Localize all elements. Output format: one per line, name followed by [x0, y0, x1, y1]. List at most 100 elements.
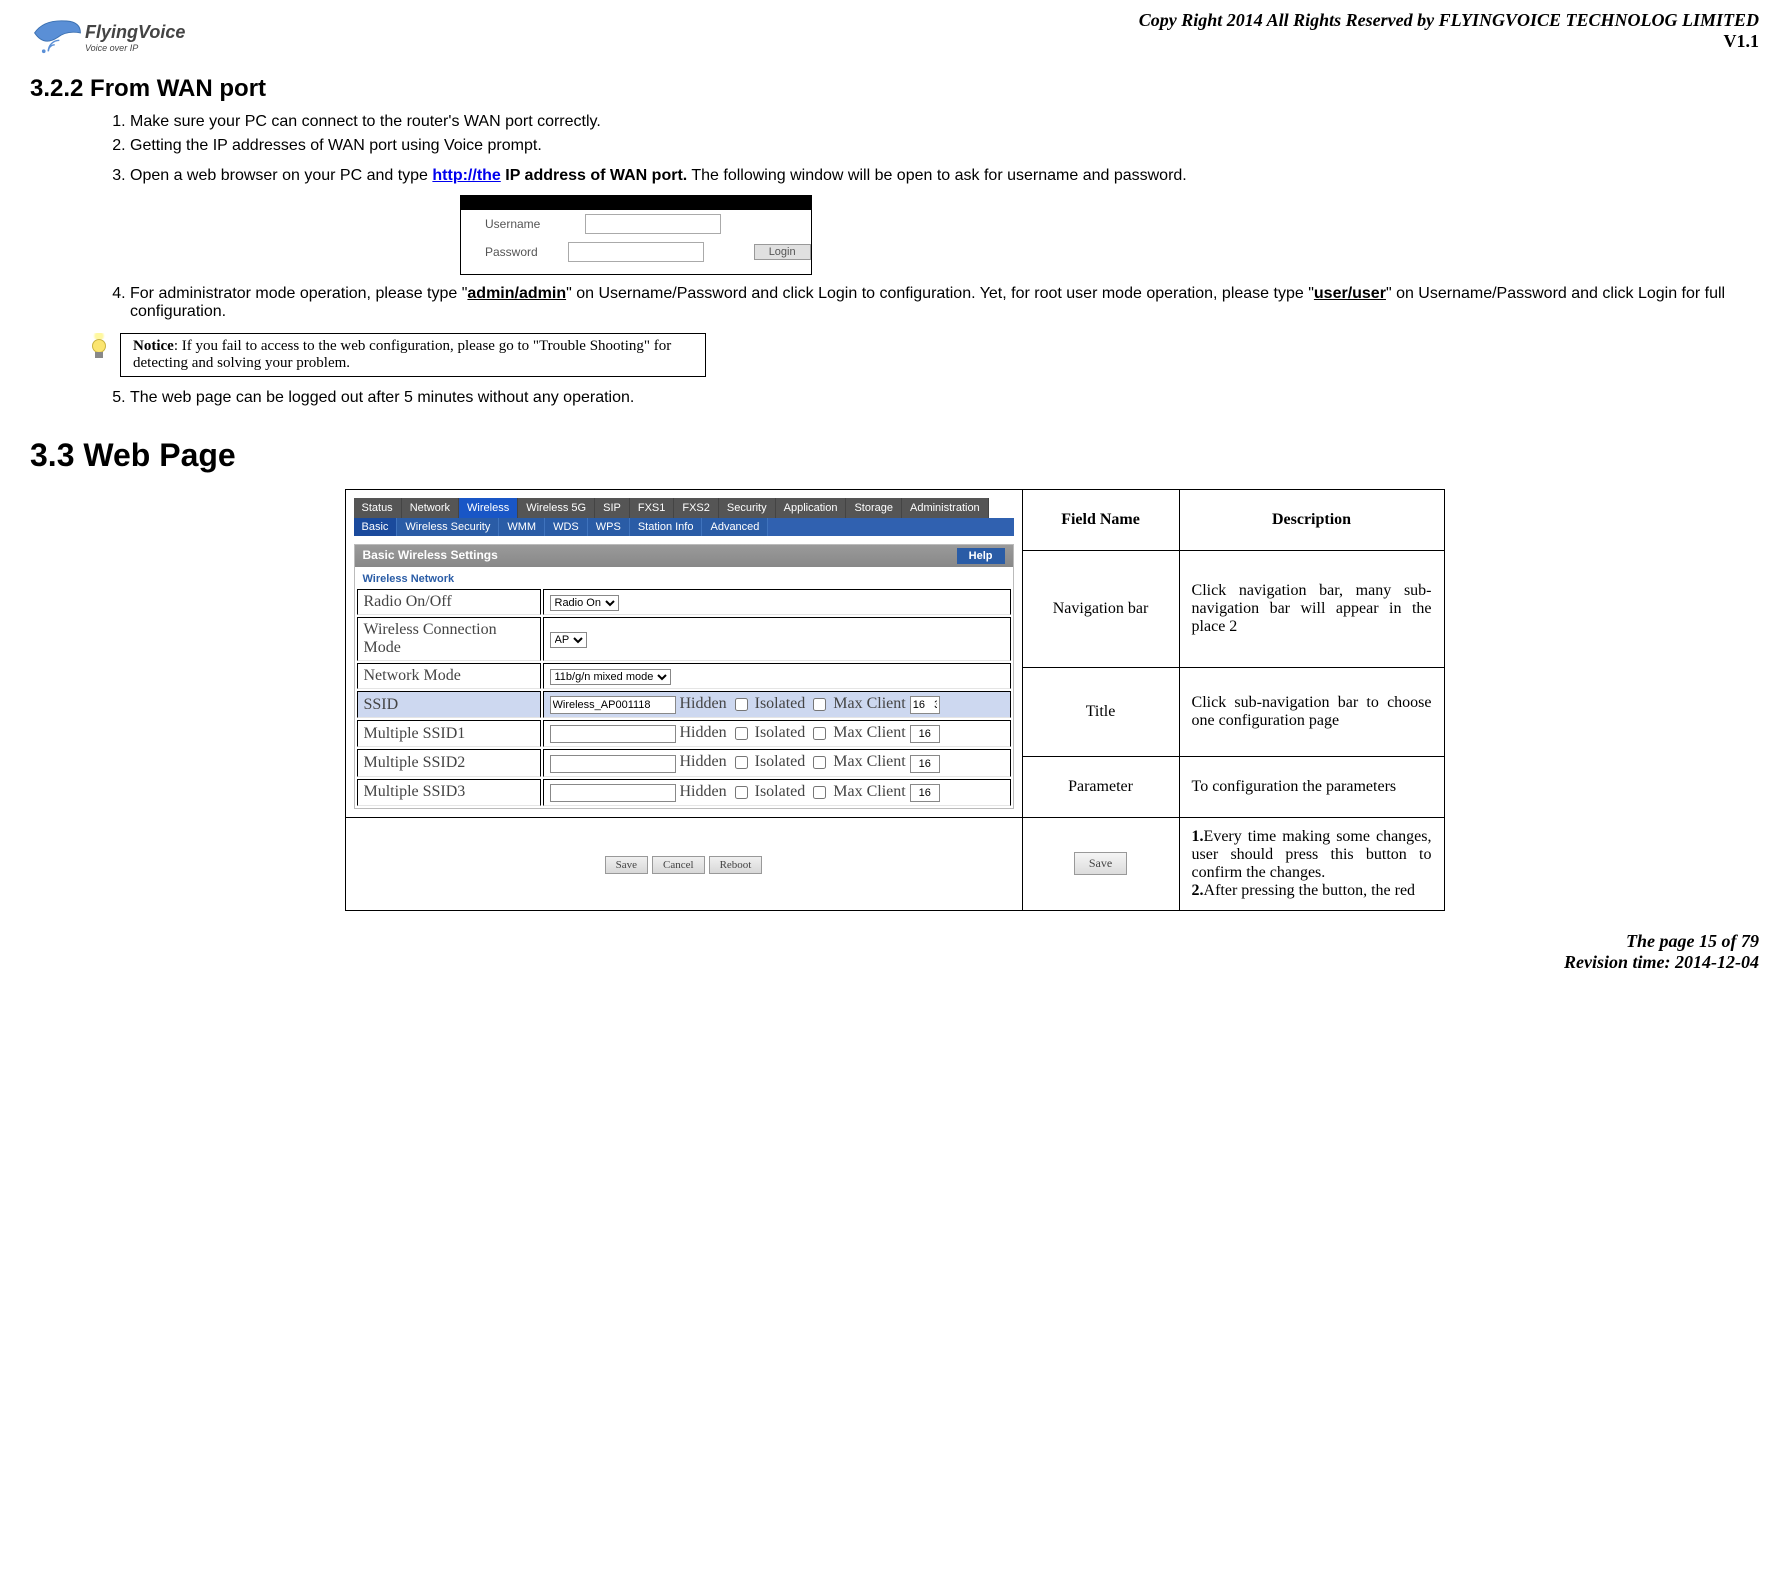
tab-sip[interactable]: SIP [595, 498, 630, 518]
isolated-label: Isolated [755, 695, 806, 712]
router-screenshot-cell: Status Network Wireless Wireless 5G SIP … [345, 490, 1022, 818]
logo-text: FlyingVoice [85, 22, 185, 43]
mssid3-isolated-checkbox[interactable] [813, 786, 826, 799]
ssid-hidden-checkbox[interactable] [735, 698, 748, 711]
subtab-station-info[interactable]: Station Info [630, 518, 703, 536]
subtab-wps[interactable]: WPS [588, 518, 630, 536]
step-3-text-c: The following window will be open to ask… [691, 167, 1186, 184]
router-ui-screenshot: Status Network Wireless Wireless 5G SIP … [354, 498, 1014, 809]
user-credential: user/user [1314, 285, 1386, 302]
mssid2-maxclient-input[interactable] [910, 755, 940, 773]
step-4-b: " on Username/Password and click Login t… [566, 285, 1314, 302]
subtab-basic[interactable]: Basic [354, 518, 398, 536]
conn-mode-select[interactable]: AP [550, 632, 587, 648]
tab-security[interactable]: Security [719, 498, 776, 518]
step-3-bold: IP address of WAN port. [505, 167, 687, 184]
ssid-label: SSID [357, 691, 541, 718]
netmode-select[interactable]: 11b/g/n mixed mode [550, 669, 671, 685]
tab-fxs2[interactable]: FXS2 [674, 498, 719, 518]
notice-box: Notice: If you fail to access to the web… [120, 333, 706, 377]
tab-application[interactable]: Application [776, 498, 847, 518]
mssid3-input[interactable] [550, 784, 676, 802]
mssid2-label: Multiple SSID2 [357, 749, 541, 776]
revision-time: Revision time: 2014-12-04 [30, 952, 1759, 973]
password-input[interactable] [568, 242, 704, 262]
mssid2-hidden-checkbox[interactable] [735, 756, 748, 769]
tab-fxs1[interactable]: FXS1 [630, 498, 675, 518]
admin-credential: admin/admin [467, 285, 566, 302]
nav-primary: Status Network Wireless Wireless 5G SIP … [354, 498, 1014, 518]
ssid-input[interactable] [550, 696, 676, 714]
field-parameter: Parameter [1022, 756, 1179, 817]
radio-label: Radio On/Off [357, 589, 541, 615]
mssid3-label: Multiple SSID3 [357, 779, 541, 806]
help-button[interactable]: Help [957, 548, 1005, 564]
save-button[interactable]: Save [605, 856, 648, 874]
mssid2-isolated-checkbox[interactable] [813, 756, 826, 769]
page-header: FlyingVoice Voice over IP Copy Right 201… [30, 10, 1759, 65]
mssid1-input[interactable] [550, 725, 676, 743]
save-button-image: Save [1074, 852, 1127, 875]
tab-storage[interactable]: Storage [846, 498, 902, 518]
cancel-button[interactable]: Cancel [652, 856, 705, 874]
field-save-image: Save [1022, 817, 1179, 910]
mssid1-isolated-checkbox[interactable] [813, 727, 826, 740]
maxclient-label: Max Client [833, 695, 905, 712]
login-button[interactable]: Login [754, 244, 811, 260]
login-header-bar [461, 196, 811, 210]
logo: FlyingVoice Voice over IP [30, 10, 185, 65]
subtab-advanced[interactable]: Advanced [702, 518, 768, 536]
panel-title: Basic Wireless Settings [363, 548, 498, 564]
mssid2-input[interactable] [550, 755, 676, 773]
conn-mode-label: Wireless Connection Mode [357, 617, 541, 661]
desc-parameter: To configuration the parameters [1179, 756, 1444, 817]
wan-ip-link[interactable]: http://the [432, 167, 500, 184]
subtab-wds[interactable]: WDS [545, 518, 588, 536]
page-number: The page 15 of 79 [30, 931, 1759, 952]
step-3: Open a web browser on your PC and type h… [130, 167, 1739, 185]
logo-subtext: Voice over IP [85, 43, 185, 53]
subtab-wireless-security[interactable]: Wireless Security [397, 518, 499, 536]
subtab-wmm[interactable]: WMM [499, 518, 545, 536]
username-input[interactable] [585, 214, 721, 234]
tab-wireless[interactable]: Wireless [459, 498, 518, 518]
login-screenshot: Username Password Login [460, 195, 812, 275]
mssid1-maxclient-input[interactable] [910, 725, 940, 743]
tab-network[interactable]: Network [402, 498, 459, 518]
mssid3-maxclient-input[interactable] [910, 784, 940, 802]
reboot-button[interactable]: Reboot [709, 856, 763, 874]
mssid1-hidden-checkbox[interactable] [735, 727, 748, 740]
tab-wireless5g[interactable]: Wireless 5G [518, 498, 595, 518]
nav-secondary: Basic Wireless Security WMM WDS WPS Stat… [354, 518, 1014, 536]
mssid3-hidden-checkbox[interactable] [735, 786, 748, 799]
step-4-a: For administrator mode operation, please… [130, 285, 467, 302]
copyright-text: Copy Right 2014 All Rights Reserved by F… [1139, 10, 1759, 31]
field-title: Title [1022, 667, 1179, 756]
desc-title: Click sub-navigation bar to choose one c… [1179, 667, 1444, 756]
step-1: Make sure your PC can connect to the rou… [130, 113, 1739, 131]
version-text: V1.1 [1139, 31, 1759, 52]
lightbulb-icon [90, 333, 108, 358]
flyingvoice-logo-icon [30, 10, 85, 65]
password-label: Password [485, 245, 538, 259]
buttons-screenshot-cell: Save Cancel Reboot [345, 817, 1022, 910]
desc-save: 1.Every time making some changes, user s… [1179, 817, 1444, 910]
netmode-label: Network Mode [357, 663, 541, 689]
radio-select[interactable]: Radio On [550, 595, 619, 611]
section-heading-33: 3.3 Web Page [30, 437, 1759, 474]
field-navigation-bar: Navigation bar [1022, 550, 1179, 667]
web-page-table: Status Network Wireless Wireless 5G SIP … [345, 489, 1445, 911]
page-footer: The page 15 of 79 Revision time: 2014-12… [30, 931, 1759, 973]
hidden-label: Hidden [680, 695, 727, 712]
ssid-maxclient-input[interactable] [910, 696, 940, 714]
mssid1-label: Multiple SSID1 [357, 720, 541, 747]
tab-status[interactable]: Status [354, 498, 402, 518]
section-label: Wireless Network [355, 567, 1013, 587]
notice-text: : If you fail to access to the web confi… [133, 338, 671, 371]
step-2: Getting the IP addresses of WAN port usi… [130, 137, 1739, 155]
notice-label: Notice [133, 338, 174, 354]
username-label: Username [485, 217, 555, 231]
tab-administration[interactable]: Administration [902, 498, 989, 518]
step-3-text-a: Open a web browser on your PC and type [130, 167, 432, 184]
ssid-isolated-checkbox[interactable] [813, 698, 826, 711]
